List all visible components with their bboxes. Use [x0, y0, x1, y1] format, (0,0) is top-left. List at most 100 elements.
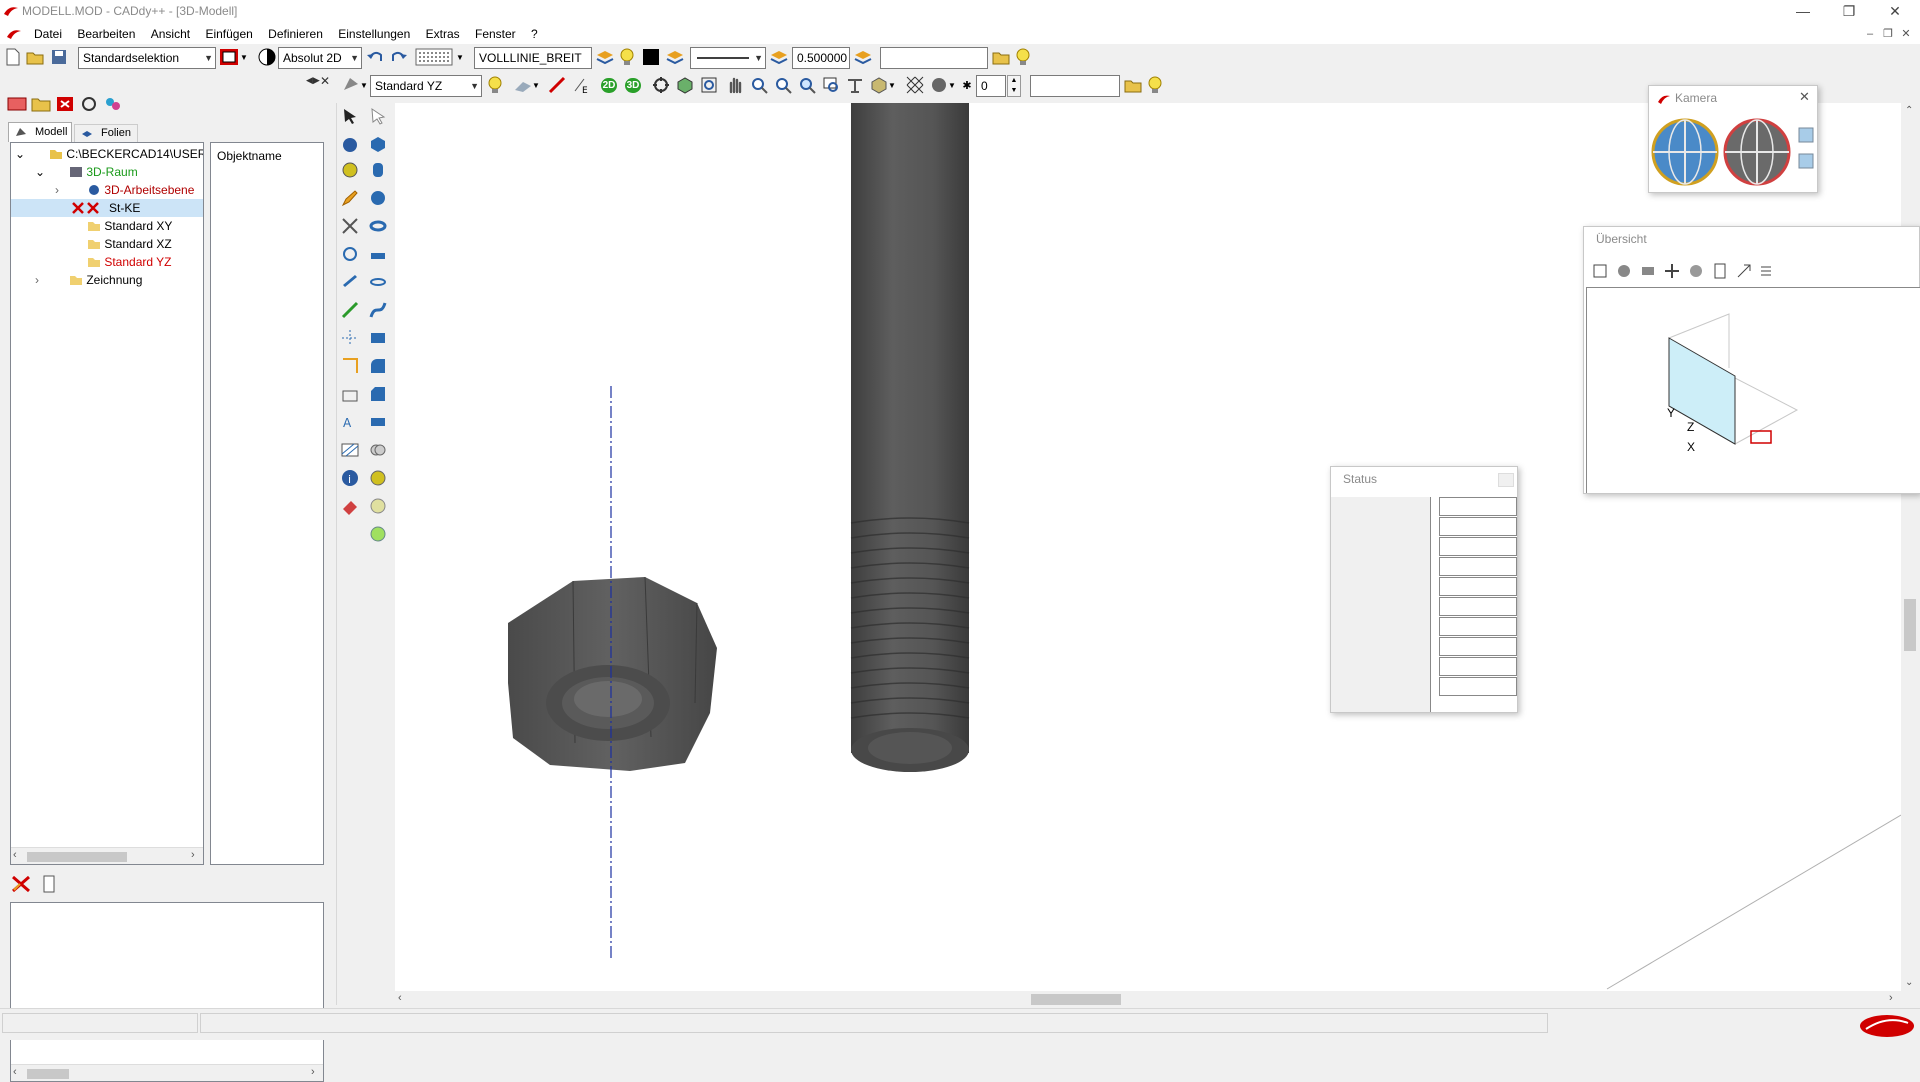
ov-zoom-icon[interactable]	[1590, 261, 1610, 281]
workplane-dropdown-icon[interactable]: ▼	[530, 74, 542, 96]
chamfer-tool-icon[interactable]	[367, 383, 389, 405]
coord-system-icon[interactable]	[256, 46, 278, 68]
restore-button[interactable]: ❐	[1826, 0, 1872, 24]
camera-controls[interactable]	[1651, 114, 1817, 192]
spin-value-field[interactable]: 0	[976, 75, 1006, 97]
mdi-minimize-button[interactable]: –	[1862, 26, 1878, 42]
camera-close-icon[interactable]: ✕	[1799, 89, 1810, 105]
bolt-shaft[interactable]	[850, 103, 970, 772]
zoom-window-icon[interactable]	[698, 74, 720, 96]
open-folder-icon[interactable]	[24, 46, 46, 68]
panel-close-icon[interactable]: ✕	[320, 74, 330, 88]
view-light-icon[interactable]	[1144, 74, 1166, 96]
tree-item-standard-xz[interactable]: Standard XZ	[87, 235, 172, 253]
pan-hand-icon[interactable]	[724, 74, 746, 96]
ov-list-icon[interactable]	[1756, 261, 1776, 281]
overview-canvas[interactable]: Y Z X	[1586, 287, 1920, 493]
camera-view-cube-icon[interactable]	[1798, 127, 1814, 143]
mdi-restore-button[interactable]: ❐	[1880, 26, 1896, 42]
select-frame-dropdown-icon[interactable]: ▼	[238, 46, 250, 68]
zoom-in-icon[interactable]	[748, 74, 770, 96]
pointer-tool-icon[interactable]	[339, 105, 361, 127]
ov-page-icon[interactable]	[1710, 261, 1730, 281]
star-icon[interactable]: ✱	[960, 74, 974, 96]
shading-dropdown-icon[interactable]: ▼	[946, 74, 958, 96]
vscroll-thumb[interactable]	[1904, 599, 1916, 651]
zoom-out-icon[interactable]	[772, 74, 794, 96]
menu-datei[interactable]: Datei	[28, 24, 68, 44]
menu-einfuegen[interactable]: Einfügen	[199, 24, 258, 44]
layer-stack-icon[interactable]	[594, 46, 616, 68]
loft-tool-icon[interactable]	[367, 327, 389, 349]
line-type-field[interactable]: VOLLLINIE_BREIT	[474, 47, 592, 69]
color-black-icon[interactable]	[640, 46, 662, 68]
layer-folder-icon[interactable]	[990, 46, 1012, 68]
modify-tool-icon[interactable]	[339, 215, 361, 237]
object-info-icon[interactable]	[38, 873, 60, 895]
line-tool-icon[interactable]	[339, 299, 361, 321]
line-width-field[interactable]: 0.500000	[792, 47, 850, 69]
ov-fit-icon[interactable]	[1686, 261, 1706, 281]
view-folder-icon[interactable]	[1122, 74, 1144, 96]
undo-icon[interactable]	[364, 46, 386, 68]
tree-item-zeichnung[interactable]: Zeichnung	[69, 271, 142, 289]
ov-orbit-icon[interactable]	[1614, 261, 1634, 281]
mdi-close-button[interactable]: ✕	[1898, 26, 1914, 42]
tree-expander-3draum[interactable]: ⌄	[35, 163, 45, 181]
menu-fenster[interactable]: Fenster	[469, 24, 522, 44]
shell-tool-icon[interactable]	[367, 411, 389, 433]
view-cube-icon[interactable]	[674, 74, 696, 96]
sphere-tool-icon[interactable]	[367, 187, 389, 209]
delete-model-icon[interactable]	[54, 93, 76, 115]
solid-tool-icon[interactable]	[339, 133, 361, 155]
view-select[interactable]: Standard YZ ▼	[370, 75, 482, 97]
pointer-alt-tool-icon[interactable]	[367, 105, 389, 127]
tab-folien[interactable]: Folien	[74, 124, 138, 142]
rotate-view-icon[interactable]	[650, 74, 672, 96]
model-icon[interactable]	[6, 93, 28, 115]
menu-help[interactable]: ?	[525, 24, 544, 44]
view-dropdown-icon[interactable]: ▼	[358, 74, 370, 96]
overview-view-frame[interactable]	[1750, 430, 1772, 444]
properties-model-icon[interactable]	[102, 93, 124, 115]
layer-stack-icon-2[interactable]	[664, 46, 686, 68]
dimension-tool-icon[interactable]	[339, 355, 361, 377]
union-tool-icon[interactable]	[367, 439, 389, 461]
render-dropdown-icon[interactable]: ▼	[886, 74, 898, 96]
hatch-tool-icon[interactable]	[339, 439, 361, 461]
boolean-tool-icon[interactable]	[339, 159, 361, 181]
hex-nut[interactable]	[508, 576, 717, 771]
layer-bulb-icon[interactable]	[1012, 46, 1034, 68]
hscroll-thumb[interactable]	[1031, 994, 1121, 1005]
rotate-tool-icon[interactable]	[339, 243, 361, 265]
grid-dropdown-icon[interactable]: ▼	[454, 46, 466, 68]
symbol-tool-icon[interactable]	[339, 383, 361, 405]
menu-bearbeiten[interactable]: Bearbeiten	[71, 24, 141, 44]
zoom-extents-icon[interactable]	[820, 74, 842, 96]
selection-mode-select[interactable]: Standardselektion ▼	[78, 47, 216, 69]
ov-pin-icon[interactable]	[1734, 261, 1754, 281]
sweep-tool-icon[interactable]	[367, 299, 389, 321]
fillet-tool-icon[interactable]	[367, 355, 389, 377]
tree-expander-arbeitsebene[interactable]: ›	[55, 181, 59, 199]
extrude-tool-icon[interactable]	[367, 243, 389, 265]
view-bulb-icon[interactable]	[484, 74, 506, 96]
box-tool-icon[interactable]	[367, 133, 389, 155]
eraser-tool-icon[interactable]	[339, 495, 361, 517]
coord-mode-select[interactable]: Absolut 2D ▼	[278, 47, 362, 69]
menu-ansicht[interactable]: Ansicht	[145, 24, 196, 44]
measure-tool-icon[interactable]	[339, 271, 361, 293]
spin-button[interactable]: ▲ ▼	[1007, 75, 1021, 97]
tree-item-arbeitsebene[interactable]: 3D-Arbeitsebene	[87, 181, 194, 199]
section-view-icon[interactable]	[844, 74, 866, 96]
menu-einstellungen[interactable]: Einstellungen	[332, 24, 416, 44]
ov-move-icon[interactable]	[1662, 261, 1682, 281]
properties-hscroll-thumb[interactable]	[27, 1069, 69, 1079]
tree-item-3draum[interactable]: 3D-Raum	[69, 163, 138, 181]
material-tool-icon[interactable]	[367, 523, 389, 545]
tree-item-standard-xy[interactable]: Standard XY	[87, 217, 172, 235]
layer-field[interactable]	[880, 47, 988, 69]
hatch-grid-icon[interactable]	[904, 74, 926, 96]
menu-extras[interactable]: Extras	[420, 24, 466, 44]
minimize-button[interactable]: —	[1780, 0, 1826, 24]
